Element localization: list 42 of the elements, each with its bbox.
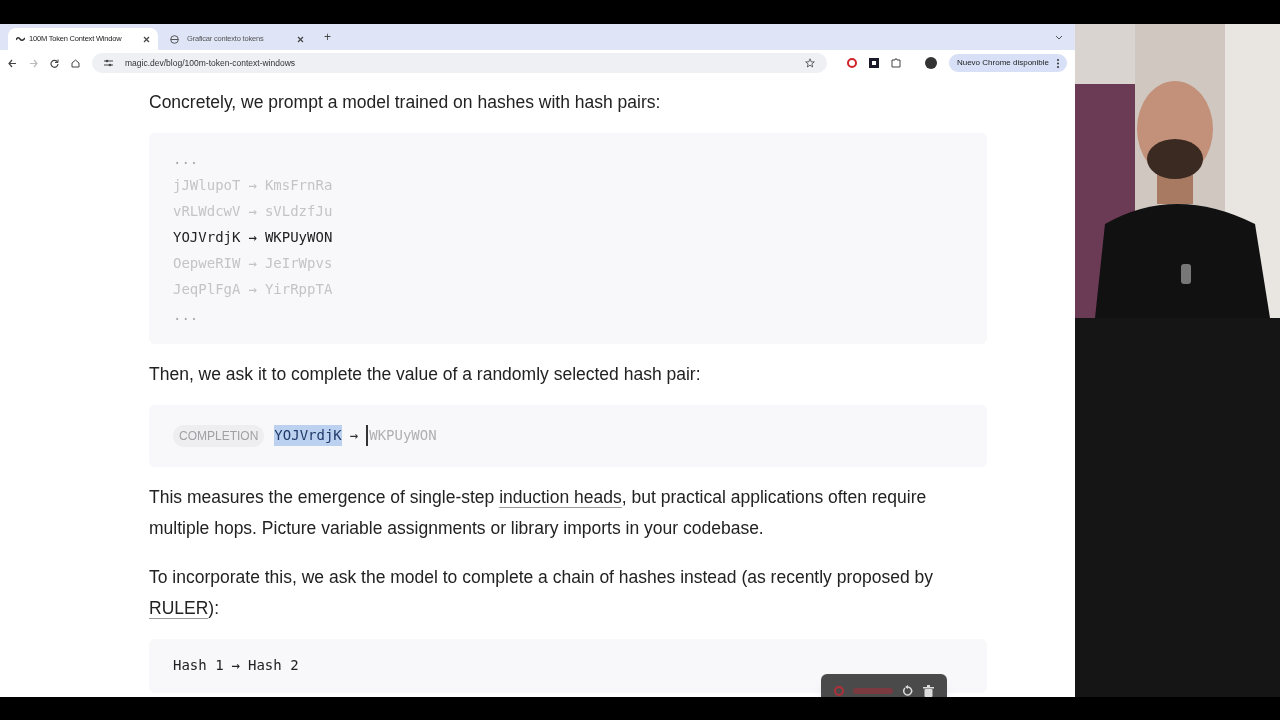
url-text: magic.dev/blog/100m-token-context-windows xyxy=(125,56,297,70)
wave-icon xyxy=(16,35,25,43)
hash-key: YOJVrdjK xyxy=(274,425,342,446)
arrow-text: → xyxy=(248,228,257,247)
paragraph: To incorporate this, we ask the model to complete a chain of hashes instead (as recently proposed by RULER): xyxy=(149,565,935,620)
tab-search-chevron-icon[interactable] xyxy=(1055,34,1063,40)
globe-icon xyxy=(170,34,179,44)
update-chrome-button[interactable]: Nuevo Chrome disponible xyxy=(948,54,1067,72)
profile-avatar-icon[interactable] xyxy=(924,57,937,69)
hash-key: YOJVrdjK xyxy=(173,227,241,248)
arrow-text: → xyxy=(248,176,257,195)
hash-value: WKPUyWON xyxy=(264,228,333,247)
site-settings-icon[interactable] xyxy=(104,59,113,67)
ellipsis-text: ... xyxy=(173,306,199,325)
hash-value: Hash 2 xyxy=(248,655,299,675)
hash-key: Hash 1 xyxy=(173,654,224,675)
paragraph: Concretely, we prompt a model trained on hashes with hash pairs: xyxy=(149,91,662,114)
close-icon[interactable] xyxy=(297,35,304,43)
extension-icon[interactable] xyxy=(868,58,879,68)
star-icon[interactable] xyxy=(804,58,815,68)
address-bar[interactable]: magic.dev/blog/100m-token-context-windows xyxy=(92,53,827,73)
hash-value: WKPUyWON xyxy=(366,425,437,446)
trash-icon[interactable] xyxy=(923,685,935,697)
arrow-text: → xyxy=(248,280,257,299)
arrow-text: → xyxy=(349,426,359,445)
recording-timer-bar xyxy=(852,688,893,694)
back-icon[interactable] xyxy=(8,58,17,68)
close-icon[interactable] xyxy=(143,35,150,43)
completion-tag: COMPLETION xyxy=(173,424,265,447)
new-tab-button[interactable]: + xyxy=(316,28,339,46)
reload-icon[interactable] xyxy=(50,58,59,68)
paragraph: This measures the emergence of single-step induction heads, but practical applications often require multiple hops. Picture variable assignments or library imports in your codebase. xyxy=(149,485,928,540)
article-link[interactable]: induction heads xyxy=(499,486,622,507)
restart-icon[interactable] xyxy=(902,685,915,697)
home-icon[interactable] xyxy=(71,58,80,68)
arrow-text: → xyxy=(231,655,240,675)
arrow-text: → xyxy=(248,202,257,221)
puzzle-icon[interactable] xyxy=(890,58,901,68)
article-link[interactable]: RULER xyxy=(149,597,209,618)
paragraph: Then, we ask it to complete the value of a randomly selected hash pair: xyxy=(149,362,702,386)
ellipsis-text: ... xyxy=(173,150,199,169)
arrow-text: → xyxy=(248,254,257,273)
